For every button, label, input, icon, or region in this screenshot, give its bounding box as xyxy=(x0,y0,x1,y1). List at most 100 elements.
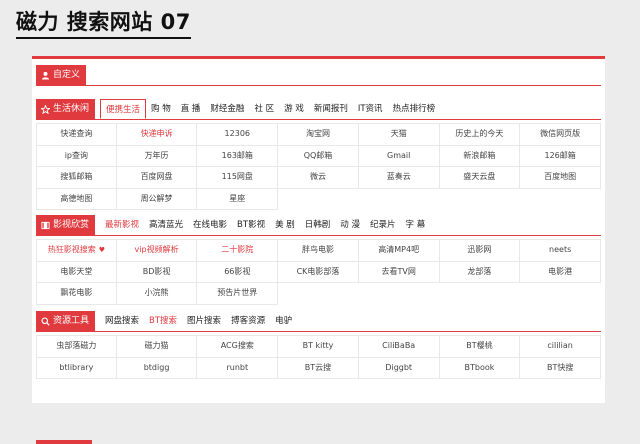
custom-section-label[interactable]: 自定义 xyxy=(36,65,87,85)
link-item[interactable]: BTbook xyxy=(439,357,521,379)
link-item[interactable]: 百度地图 xyxy=(520,167,601,189)
link-item[interactable]: neets xyxy=(520,239,601,262)
tab-movies-8[interactable]: 字 幕 xyxy=(401,215,431,235)
tab-resources-2[interactable]: 图片搜索 xyxy=(182,311,226,331)
tab-resources-4[interactable]: 电驴 xyxy=(270,311,297,331)
link-item[interactable]: 虫部落磁力 xyxy=(36,335,117,358)
link-text: BT云搜 xyxy=(304,362,332,372)
link-item[interactable]: 126邮箱 xyxy=(520,145,601,167)
link-item[interactable]: 高德地图 xyxy=(36,188,117,210)
tab-life-7[interactable]: IT资讯 xyxy=(353,99,388,119)
tab-life-0[interactable]: 便携生活 xyxy=(100,99,147,119)
link-item[interactable]: BT快搜 xyxy=(520,357,601,379)
link-text: 163邮箱 xyxy=(221,150,253,160)
tab-movies-3[interactable]: BT影视 xyxy=(232,215,270,235)
tab-life-6[interactable]: 新闻报刊 xyxy=(309,99,353,119)
link-text: CiliBaBa xyxy=(382,341,416,350)
link-text: 快递查询 xyxy=(60,129,93,138)
tab-life-4[interactable]: 社 区 xyxy=(249,99,279,119)
link-item[interactable]: 磁力猫 xyxy=(116,335,198,358)
link-item[interactable]: 快递申诉 xyxy=(116,123,198,146)
link-item[interactable]: 小浣熊 xyxy=(116,283,198,305)
tab-life-1[interactable]: 购 物 xyxy=(146,99,176,119)
link-item[interactable]: 电影天堂 xyxy=(36,261,117,283)
link-item[interactable]: 龙部落 xyxy=(439,261,521,283)
section-label-text: 资源工具 xyxy=(53,316,90,326)
link-item[interactable]: 星座 xyxy=(197,188,279,210)
tab-movies-7[interactable]: 纪录片 xyxy=(365,215,401,235)
link-item[interactable]: QQ邮箱 xyxy=(278,145,359,167)
link-item[interactable]: CiliBaBa xyxy=(358,335,440,358)
tab-life-3[interactable]: 财经金融 xyxy=(205,99,249,119)
link-item[interactable]: 淘宝网 xyxy=(278,123,359,146)
link-item[interactable]: 飘花电影 xyxy=(36,283,117,305)
link-item[interactable]: btlibrary xyxy=(36,357,117,379)
link-item[interactable]: ACG搜索 xyxy=(197,335,279,358)
link-item[interactable]: 二十影院 xyxy=(197,239,279,262)
link-item[interactable]: 预告片世界 xyxy=(197,283,279,305)
link-item[interactable]: 天猫 xyxy=(358,123,440,146)
tab-life-5[interactable]: 游 戏 xyxy=(279,99,309,119)
section-label-resources[interactable]: 资源工具 xyxy=(36,311,96,331)
link-item[interactable]: 快递查询 xyxy=(36,123,117,146)
link-item[interactable]: BT kitty xyxy=(278,335,359,358)
link-text: 虫部落磁力 xyxy=(56,341,97,350)
link-item[interactable]: ip查询 xyxy=(36,145,117,167)
link-item[interactable]: Diggbt xyxy=(358,357,440,379)
link-item[interactable]: btdigg xyxy=(116,357,198,379)
tab-movies-0[interactable]: 最新影视 xyxy=(100,215,144,235)
link-text: 66影视 xyxy=(224,266,251,276)
link-text: 115网盘 xyxy=(221,172,253,181)
link-item[interactable]: 历史上的今天 xyxy=(439,123,521,146)
link-item[interactable]: 迅影网 xyxy=(439,239,521,262)
link-item[interactable]: 万年历 xyxy=(116,145,198,167)
tab-life-2[interactable]: 直 播 xyxy=(176,99,206,119)
link-text: BT kitty xyxy=(302,341,334,350)
section-label-text: 影视欣赏 xyxy=(53,220,90,230)
section-label-movies[interactable]: 影视欣赏 xyxy=(36,215,96,235)
link-item[interactable]: 66影视 xyxy=(197,261,279,283)
link-item[interactable]: 电影港 xyxy=(520,261,601,283)
tab-resources-0[interactable]: 网盘搜索 xyxy=(100,311,144,331)
link-item[interactable]: 微信网页版 xyxy=(520,123,601,146)
link-item[interactable]: BT樱桃 xyxy=(439,335,521,358)
link-item[interactable]: 163邮箱 xyxy=(197,145,279,167)
link-item[interactable]: 115网盘 xyxy=(197,167,279,189)
link-text: 二十影院 xyxy=(221,245,254,254)
link-item[interactable]: 周公解梦 xyxy=(116,188,198,210)
link-item[interactable]: 蓝奏云 xyxy=(358,167,440,189)
tab-movies-4[interactable]: 美 剧 xyxy=(270,215,300,235)
tab-resources-1[interactable]: BT搜索 xyxy=(144,311,182,331)
link-item[interactable]: 胖鸟电影 xyxy=(278,239,359,262)
link-item[interactable]: cililian xyxy=(520,335,601,358)
section-header-resources: 资源工具 网盘搜索 BT搜索 图片搜索 搏客资源 电驴 xyxy=(36,311,601,332)
custom-section: 自定义 xyxy=(36,65,601,86)
link-item[interactable]: 12306 xyxy=(197,123,279,146)
film-icon xyxy=(41,221,50,230)
tab-movies-5[interactable]: 日韩剧 xyxy=(300,215,336,235)
link-item[interactable]: BD影视 xyxy=(116,261,198,283)
link-item[interactable]: 盛天云盘 xyxy=(439,167,521,189)
link-item[interactable]: 新浪邮箱 xyxy=(439,145,521,167)
link-text: btdigg xyxy=(143,362,170,372)
tab-movies-2[interactable]: 在线电影 xyxy=(188,215,232,235)
link-item[interactable]: 微云 xyxy=(278,167,359,189)
tab-resources-3[interactable]: 搏客资源 xyxy=(226,311,270,331)
link-item[interactable]: 去看TV网 xyxy=(358,261,440,283)
tab-life-8[interactable]: 热点排行榜 xyxy=(388,99,441,119)
link-item[interactable]: runbt xyxy=(197,357,279,379)
link-item[interactable]: 高清MP4吧 xyxy=(358,239,440,262)
tab-bar: 最新影视 高清蓝光 在线电影 BT影视美 剧日韩剧动 漫纪录片字 幕 xyxy=(100,215,430,235)
link-item[interactable]: vip视频解析 xyxy=(116,239,198,262)
link-item[interactable]: Gmail xyxy=(358,145,440,167)
section-resources: 资源工具 网盘搜索 BT搜索 图片搜索 搏客资源 电驴虫部落磁力 磁力猫 ACG搜索 BT ki… xyxy=(36,311,601,379)
link-item[interactable]: 搜狐邮箱 xyxy=(36,167,117,189)
section-label-life[interactable]: 生活休闲 xyxy=(36,99,96,119)
tab-movies-1[interactable]: 高清蓝光 xyxy=(144,215,188,235)
link-text: neets xyxy=(549,245,572,254)
link-item[interactable]: 热狂影视搜索 ♥ xyxy=(36,239,117,262)
tab-movies-6[interactable]: 动 漫 xyxy=(335,215,365,235)
link-item[interactable]: BT云搜 xyxy=(278,357,359,379)
link-item[interactable]: CK电影部落 xyxy=(278,261,359,283)
link-item[interactable]: 百度网盘 xyxy=(116,167,198,189)
